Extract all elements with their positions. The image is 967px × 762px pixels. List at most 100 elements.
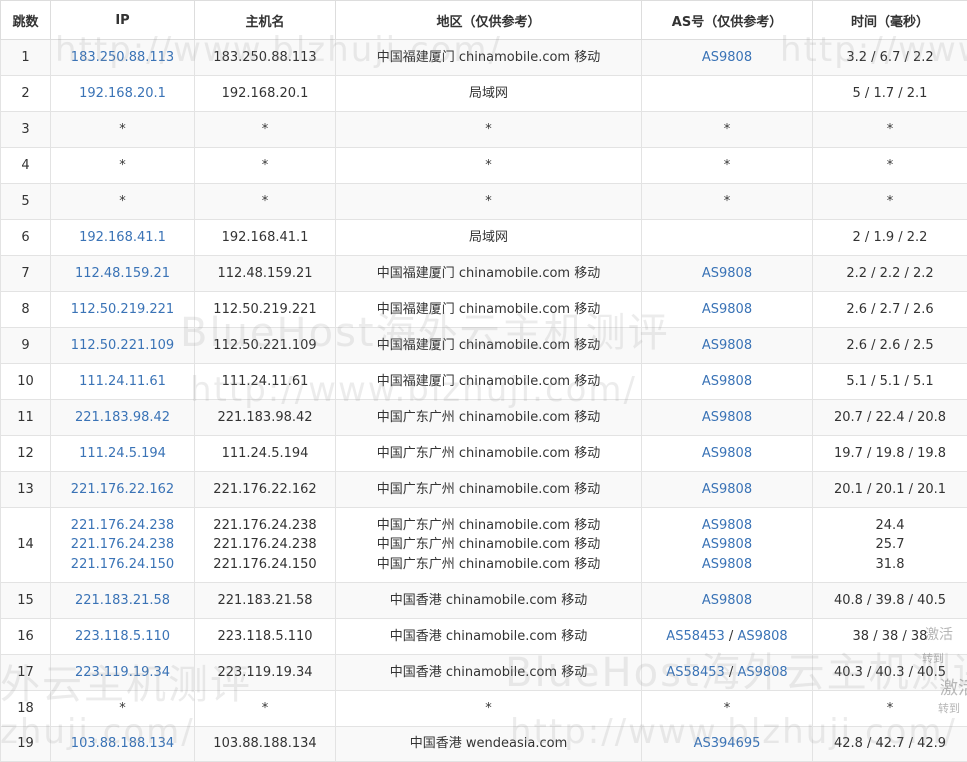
hostname-cell: * <box>195 112 336 148</box>
ip-link[interactable]: 223.118.5.110 <box>75 629 170 644</box>
hop-cell: 6 <box>1 220 51 256</box>
as-line: AS58453 / AS9808 <box>666 665 787 680</box>
region-cell: 中国香港 chinamobile.com 移动 <box>336 619 642 655</box>
ip-link[interactable]: 192.168.41.1 <box>79 230 166 245</box>
hostname-cell: 112.50.219.221 <box>195 292 336 328</box>
hop-number: 12 <box>17 446 34 461</box>
as-link[interactable]: AS9808 <box>702 374 752 389</box>
as-link[interactable]: AS9808 <box>702 482 752 497</box>
as-link[interactable]: AS9808 <box>702 557 752 572</box>
ip-link[interactable]: 192.168.20.1 <box>79 86 166 101</box>
hop-cell: 10 <box>1 364 51 400</box>
hostname-cell: * <box>195 148 336 184</box>
time-text: * <box>887 701 894 716</box>
ip-cell: 112.50.221.109 <box>51 328 195 364</box>
ip-link[interactable]: 221.176.24.238 <box>51 535 194 555</box>
hostname-cell: 103.88.188.134 <box>195 727 336 762</box>
header-time: 时间（毫秒） <box>813 1 967 40</box>
region-text: 中国香港 chinamobile.com 移动 <box>390 629 587 644</box>
as-cell: AS9808 <box>642 583 813 619</box>
hop-number: 3 <box>21 122 29 137</box>
as-link[interactable]: AS9808 <box>737 665 787 680</box>
ip-link[interactable]: 111.24.11.61 <box>79 374 166 389</box>
header-as: AS号（仅供参考） <box>642 1 813 40</box>
table-row: 19103.88.188.134103.88.188.134中国香港 wende… <box>1 727 967 762</box>
as-link[interactable]: AS9808 <box>702 50 752 65</box>
ip-link[interactable]: 112.48.159.21 <box>75 266 170 281</box>
hostname-text: * <box>262 122 269 137</box>
hop-cell: 17 <box>1 655 51 691</box>
hostname-cell: 111.24.11.61 <box>195 364 336 400</box>
as-link[interactable]: AS9808 <box>737 629 787 644</box>
as-link[interactable]: AS9808 <box>702 593 752 608</box>
ip-cell: 112.48.159.21 <box>51 256 195 292</box>
table-row: 17223.119.19.34223.119.19.34中国香港 chinamo… <box>1 655 967 691</box>
ip-cell: 221.183.98.42 <box>51 400 195 436</box>
ip-link[interactable]: 111.24.5.194 <box>79 446 166 461</box>
as-link[interactable]: AS9808 <box>702 446 752 461</box>
ip-link[interactable]: 221.183.21.58 <box>75 593 170 608</box>
time-cell: 2.6 / 2.6 / 2.5 <box>813 328 967 364</box>
hop-cell: 14 <box>1 508 51 583</box>
table-row: 18***** <box>1 691 967 727</box>
hop-number: 17 <box>17 665 34 680</box>
as-link[interactable]: AS9808 <box>702 518 752 533</box>
ip-link[interactable]: 221.176.24.238 <box>51 516 194 536</box>
time-cell: * <box>813 112 967 148</box>
as-link[interactable]: AS9808 <box>702 338 752 353</box>
table-row: 13221.176.22.162221.176.22.162中国广东广州 chi… <box>1 472 967 508</box>
as-link[interactable]: AS9808 <box>702 410 752 425</box>
time-cell: * <box>813 148 967 184</box>
as-line: * <box>724 194 731 209</box>
region-text: 局域网 <box>469 230 508 245</box>
time-cell: 2.6 / 2.7 / 2.6 <box>813 292 967 328</box>
hostname-cell: 221.183.98.42 <box>195 400 336 436</box>
hostname-text: * <box>262 158 269 173</box>
table-row: 10111.24.11.61111.24.11.61中国福建厦门 chinamo… <box>1 364 967 400</box>
header-hop: 跳数 <box>1 1 51 40</box>
as-cell: AS9808 <box>642 256 813 292</box>
activate-overlay-text-large: 激活 <box>940 674 967 700</box>
as-link[interactable]: AS9808 <box>702 302 752 317</box>
ip-link[interactable]: 112.50.219.221 <box>71 302 174 317</box>
hostname-cell: 112.48.159.21 <box>195 256 336 292</box>
time-text: 19.7 / 19.8 / 19.8 <box>834 446 946 461</box>
table-row: 9112.50.221.109112.50.221.109中国福建厦门 chin… <box>1 328 967 364</box>
as-link[interactable]: AS58453 <box>666 665 725 680</box>
as-line: AS9808 <box>642 535 812 555</box>
time-text: 40.3 / 40.3 / 40.5 <box>834 665 946 680</box>
ip-cell: 221.176.22.162 <box>51 472 195 508</box>
hop-cell: 5 <box>1 184 51 220</box>
ip-link[interactable]: 223.119.19.34 <box>75 665 170 680</box>
hop-number: 5 <box>21 194 29 209</box>
time-cell: 20.1 / 20.1 / 20.1 <box>813 472 967 508</box>
region-text: 中国广东广州 chinamobile.com 移动 <box>336 555 641 575</box>
as-link[interactable]: AS9808 <box>702 537 752 552</box>
hostname-text: 223.119.19.34 <box>217 665 312 680</box>
hop-number: 16 <box>17 629 34 644</box>
region-cell: 中国福建厦门 chinamobile.com 移动 <box>336 256 642 292</box>
time-cell: 5 / 1.7 / 2.1 <box>813 76 967 112</box>
region-cell: 中国福建厦门 chinamobile.com 移动 <box>336 40 642 76</box>
time-text: * <box>887 122 894 137</box>
as-cell <box>642 220 813 256</box>
region-text: 局域网 <box>469 86 508 101</box>
ip-link[interactable]: 103.88.188.134 <box>71 736 174 751</box>
time-text: 2.6 / 2.6 / 2.5 <box>846 338 933 353</box>
hostname-text: 221.176.24.238 <box>195 535 335 555</box>
as-cell: AS9808 <box>642 40 813 76</box>
region-text: 中国广东广州 chinamobile.com 移动 <box>336 535 641 555</box>
as-separator: / <box>725 665 738 680</box>
ip-unknown: * <box>119 122 126 137</box>
as-link[interactable]: AS58453 <box>666 629 725 644</box>
hostname-text: 112.50.221.109 <box>213 338 316 353</box>
as-link[interactable]: AS9808 <box>702 266 752 281</box>
hop-cell: 2 <box>1 76 51 112</box>
as-link[interactable]: AS394695 <box>694 736 761 751</box>
ip-link[interactable]: 183.250.88.113 <box>71 50 174 65</box>
ip-link[interactable]: 112.50.221.109 <box>71 338 174 353</box>
ip-link[interactable]: 221.176.24.150 <box>51 555 194 575</box>
hostname-text: 192.168.20.1 <box>222 86 309 101</box>
ip-link[interactable]: 221.183.98.42 <box>75 410 170 425</box>
ip-link[interactable]: 221.176.22.162 <box>71 482 174 497</box>
